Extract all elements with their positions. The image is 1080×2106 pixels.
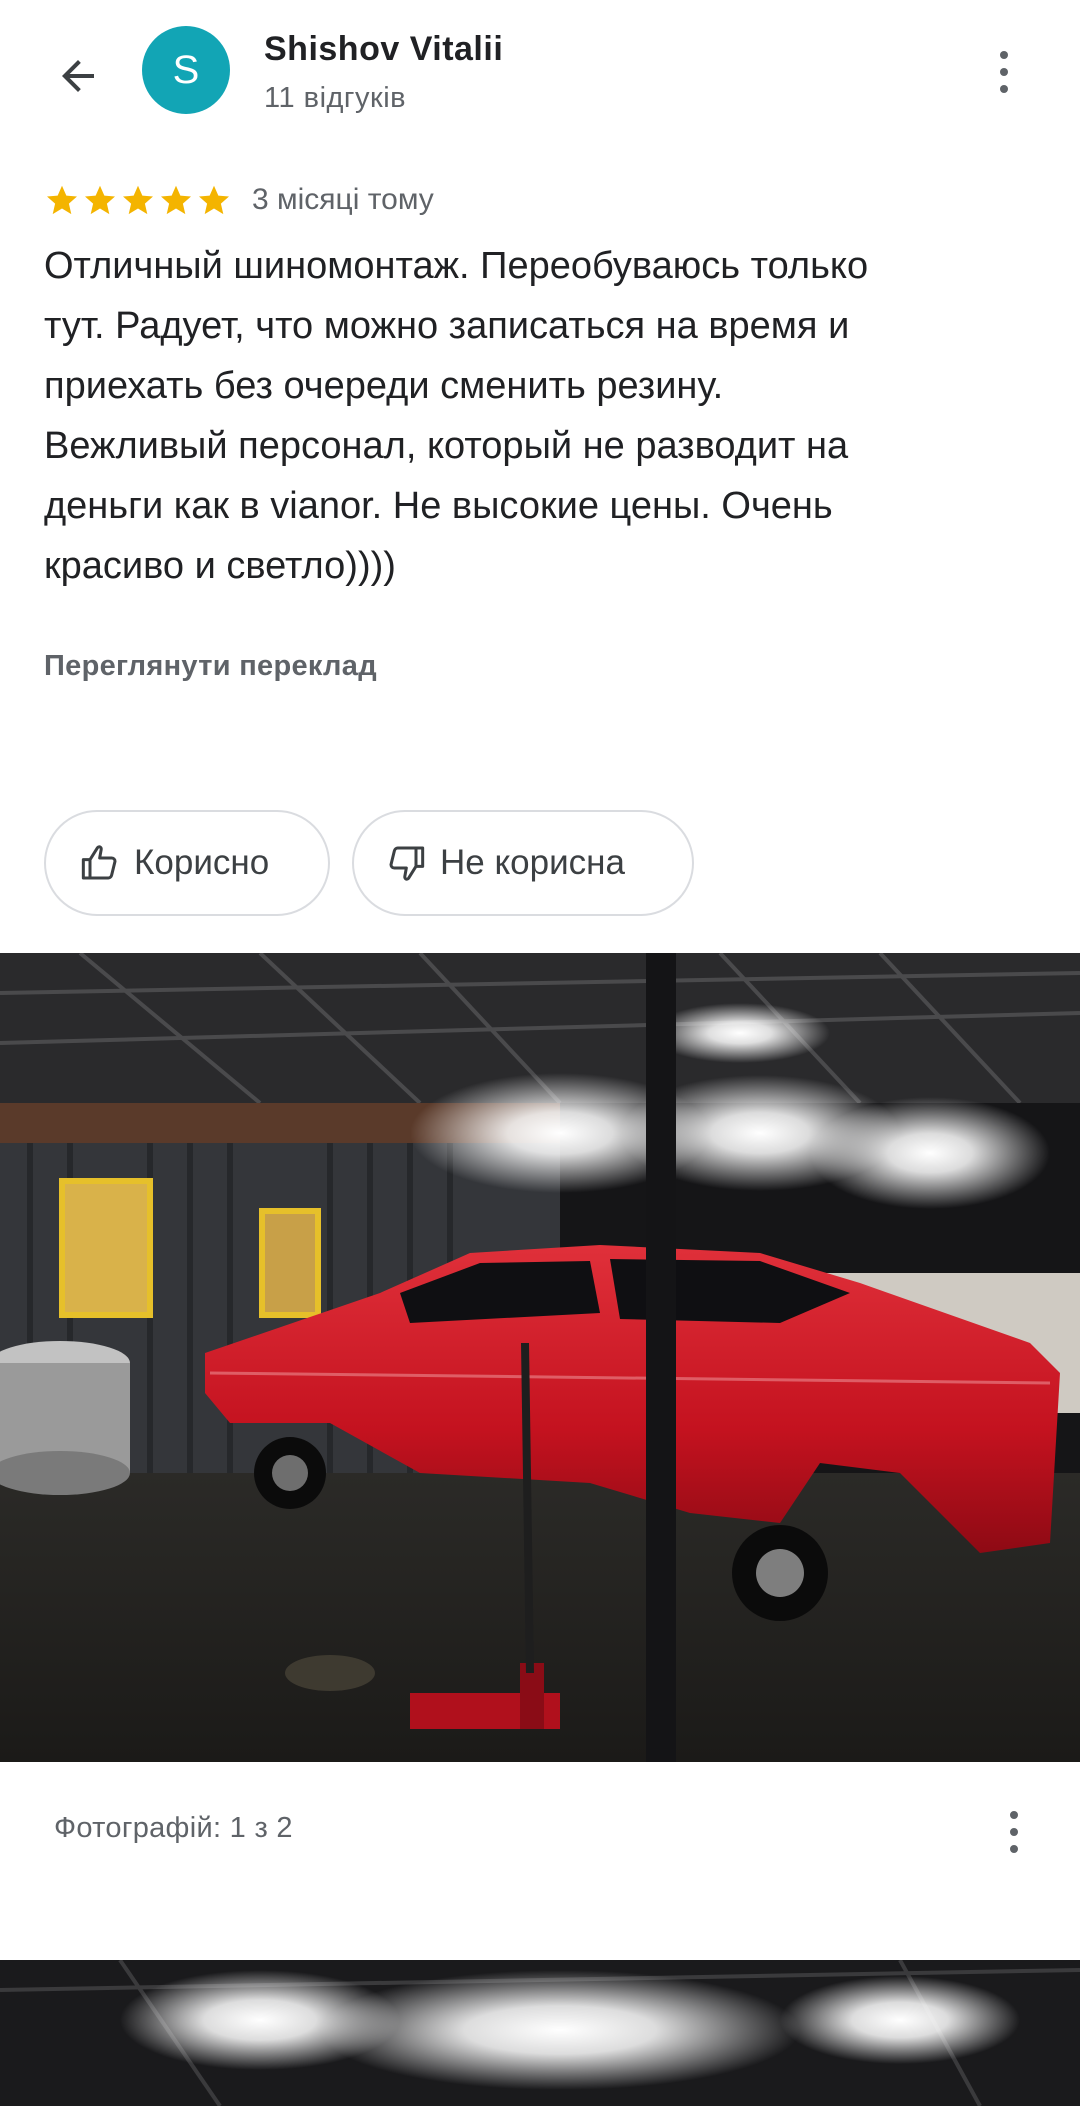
- star-icon: [199, 185, 229, 215]
- review-photo-2[interactable]: [0, 1960, 1080, 2106]
- helpful-label: Корисно: [134, 843, 270, 882]
- star-icon: [123, 185, 153, 215]
- star-icon: [85, 185, 115, 215]
- back-button[interactable]: [44, 42, 112, 110]
- helpful-button[interactable]: Корисно: [44, 810, 330, 916]
- more-options-button[interactable]: [984, 40, 1024, 104]
- star-icon: [47, 185, 77, 215]
- review-photo[interactable]: [0, 953, 1080, 1762]
- more-vert-icon: [1010, 1811, 1018, 1853]
- reviews-count: 11 відгуків: [264, 82, 407, 114]
- view-translation-link[interactable]: Переглянути переклад: [44, 650, 377, 683]
- not-helpful-button[interactable]: Не корисна: [352, 810, 694, 916]
- thumbs-up-icon: [81, 845, 117, 880]
- tire-shop-photo-2: [0, 1960, 1080, 2106]
- avatar[interactable]: S: [142, 26, 230, 114]
- not-helpful-label: Не корисна: [440, 843, 625, 882]
- tire-shop-photo: [0, 953, 1080, 1762]
- photo-more-options-button[interactable]: [994, 1800, 1034, 1864]
- user-name[interactable]: Shishov Vitalii: [264, 30, 503, 69]
- avatar-letter: S: [172, 47, 200, 92]
- photo-counter: Фотографій: 1 з 2: [54, 1812, 293, 1844]
- back-arrow-icon: [62, 60, 94, 92]
- review-header: S Shishov Vitalii 11 відгуків: [0, 0, 1080, 150]
- rating-row: 3 місяці тому: [44, 178, 434, 222]
- thumbs-down-icon: [389, 846, 425, 881]
- more-vert-icon: [1000, 51, 1008, 93]
- star-rating: [44, 182, 234, 218]
- review-date: 3 місяці тому: [252, 183, 434, 216]
- star-icon: [161, 185, 191, 215]
- review-text: Отличный шиномонтаж. Переобуваюсь только…: [44, 245, 869, 587]
